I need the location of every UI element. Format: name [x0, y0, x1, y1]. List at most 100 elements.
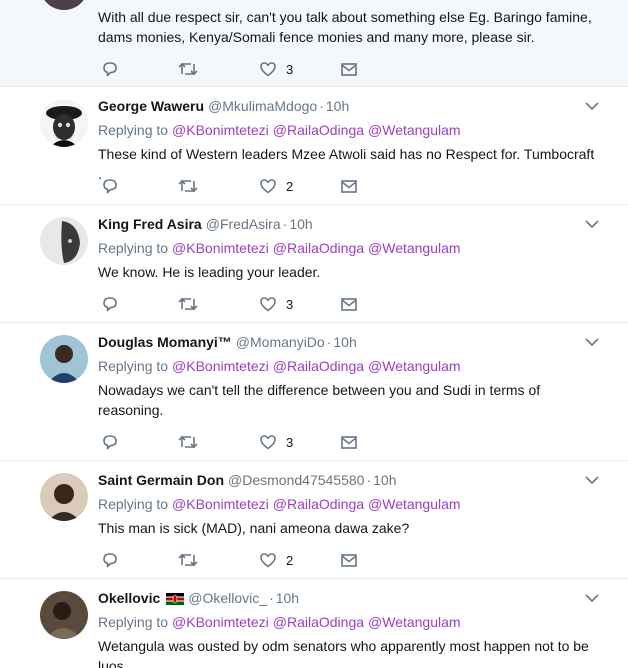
like-button[interactable]: 2 [259, 550, 293, 570]
mention-link[interactable]: @KBonimtetezi [172, 240, 269, 256]
like-button[interactable]: 3 [259, 432, 293, 452]
mention-link[interactable]: @Wetangulam [368, 122, 461, 138]
tweet[interactable]: King Fred Asira @FredAsira · 10h Replying t… [0, 205, 628, 323]
reply-icon [103, 62, 117, 77]
separator-dot: · [282, 216, 288, 232]
direct-message-button[interactable] [340, 176, 358, 196]
mention-link[interactable]: @KBonimtetezi [172, 122, 269, 138]
mention-link[interactable]: @RailaOdinga [273, 614, 364, 630]
retweet-button[interactable] [177, 550, 199, 570]
timestamp[interactable]: 10h [276, 590, 299, 606]
tweet-text: We know. He is leading your leader. [98, 264, 321, 280]
direct-message-icon [341, 436, 357, 449]
mention-link[interactable]: @Wetangulam [368, 614, 461, 630]
reply-button[interactable] [101, 59, 119, 79]
mention-link[interactable]: @KBonimtetezi [172, 496, 269, 512]
retweet-icon [178, 553, 198, 567]
chevron-down-icon[interactable] [584, 216, 600, 232]
tweet-text: With all due respect sir, can't you talk… [98, 9, 592, 45]
timestamp[interactable]: 10h [333, 334, 356, 350]
mention-link[interactable]: @KBonimtetezi [172, 358, 269, 374]
tweet-header: Saint Germain Don @Desmond47545580 · 10h [98, 470, 588, 490]
replying-label: Replying to [98, 358, 169, 374]
avatar[interactable] [40, 217, 88, 265]
reply-icon [103, 179, 117, 194]
user-handle[interactable]: @MomanyiDo [236, 334, 325, 350]
display-name[interactable]: Douglas Momanyi™ [98, 334, 232, 350]
display-name[interactable]: Okellovic [98, 590, 160, 606]
mention-link[interactable]: @KBonimtetezi [172, 614, 269, 630]
like-icon [260, 297, 276, 312]
direct-message-button[interactable] [340, 294, 358, 314]
timestamp[interactable]: 10h [289, 216, 312, 232]
display-name[interactable]: Saint Germain Don [98, 472, 224, 488]
direct-message-button[interactable] [340, 550, 358, 570]
direct-message-icon [341, 180, 357, 193]
retweet-button[interactable] [177, 294, 199, 314]
like-count: 3 [286, 61, 294, 77]
tweet[interactable]: George Waweru @MkulimaMdogo · 10h Replying … [0, 87, 628, 205]
like-icon [260, 553, 276, 568]
mention-link[interactable]: @RailaOdinga [273, 496, 364, 512]
mention-link[interactable]: @RailaOdinga [273, 240, 364, 256]
tweet-text: Wetangula was ousted by odm senators who… [98, 638, 589, 668]
reply-button[interactable] [101, 294, 119, 314]
retweet-button[interactable] [177, 432, 199, 452]
reply-icon [103, 297, 117, 312]
separator-dot: · [326, 334, 332, 350]
mention-link[interactable]: @RailaOdinga [273, 122, 364, 138]
display-name[interactable]: King Fred Asira [98, 216, 202, 232]
direct-message-icon [341, 298, 357, 311]
avatar[interactable] [40, 0, 88, 10]
like-icon [260, 179, 276, 194]
replying-to: Replying to @KBonimtetezi @RailaOdinga @Wet… [98, 494, 461, 514]
tweet-header: King Fred Asira @FredAsira · 10h [98, 214, 588, 234]
avatar[interactable] [40, 335, 88, 383]
replying-to: Replying to @KBonimtetezi @RailaOdinga @Wet… [98, 238, 461, 258]
tweet[interactable]: With all due respect sir, can't you talk… [0, 0, 628, 87]
like-button[interactable]: 3 [259, 294, 293, 314]
retweet-icon [178, 297, 198, 311]
separator-dot: · [319, 98, 324, 114]
display-name[interactable]: George Waweru [98, 98, 204, 114]
reply-button[interactable] [101, 176, 119, 196]
avatar[interactable] [40, 99, 88, 147]
tweet[interactable]: Okellovic @Okellovic_ · 10h Replying to @KBo… [0, 579, 628, 668]
like-button[interactable]: 2 [259, 176, 293, 196]
like-count: 3 [286, 434, 294, 450]
reply-icon [103, 553, 117, 568]
tweet-header: George Waweru @MkulimaMdogo · 10h [98, 96, 588, 116]
tweet-header: Douglas Momanyi™ @MomanyiDo · 10h [98, 332, 588, 352]
tweet[interactable]: Saint Germain Don @Desmond47545580 · 10h Re… [0, 461, 628, 579]
reply-button[interactable] [101, 550, 119, 570]
timestamp[interactable]: 10h [326, 98, 349, 114]
retweet-button[interactable] [177, 176, 199, 196]
replying-label: Replying to [98, 496, 169, 512]
like-icon [260, 435, 276, 450]
tweet-text: This man is sick (MAD), nani ameona dawa… [98, 520, 410, 536]
mention-link[interactable]: @RailaOdinga [273, 358, 364, 374]
direct-message-button[interactable] [340, 432, 358, 452]
retweet-button[interactable] [177, 59, 199, 79]
user-handle[interactable]: @Desmond47545580 [228, 472, 364, 488]
tweet[interactable]: Douglas Momanyi™ @MomanyiDo · 10h Replying … [0, 323, 628, 461]
timestamp[interactable]: 10h [373, 472, 396, 488]
user-handle[interactable]: @MkulimaMdogo [208, 98, 317, 114]
mention-link[interactable]: @Wetangulam [368, 358, 461, 374]
mention-link[interactable]: @Wetangulam [368, 496, 461, 512]
like-button[interactable]: 3 [259, 59, 293, 79]
chevron-down-icon[interactable] [584, 334, 600, 350]
user-handle[interactable]: @Okellovic_ [188, 590, 267, 606]
user-handle[interactable]: @FredAsira [206, 216, 281, 232]
reply-button[interactable] [101, 432, 119, 452]
chevron-down-icon[interactable] [584, 98, 600, 114]
direct-message-button[interactable] [340, 59, 358, 79]
avatar[interactable] [40, 473, 88, 521]
separator-dot: · [269, 590, 274, 606]
avatar[interactable] [40, 591, 88, 639]
chevron-down-icon[interactable] [584, 590, 600, 606]
like-count: 2 [286, 552, 294, 568]
chevron-down-icon[interactable] [584, 472, 600, 488]
mention-link[interactable]: @Wetangulam [368, 240, 461, 256]
replying-to: Replying to @KBonimtetezi @RailaOdinga @Wet… [98, 612, 461, 632]
